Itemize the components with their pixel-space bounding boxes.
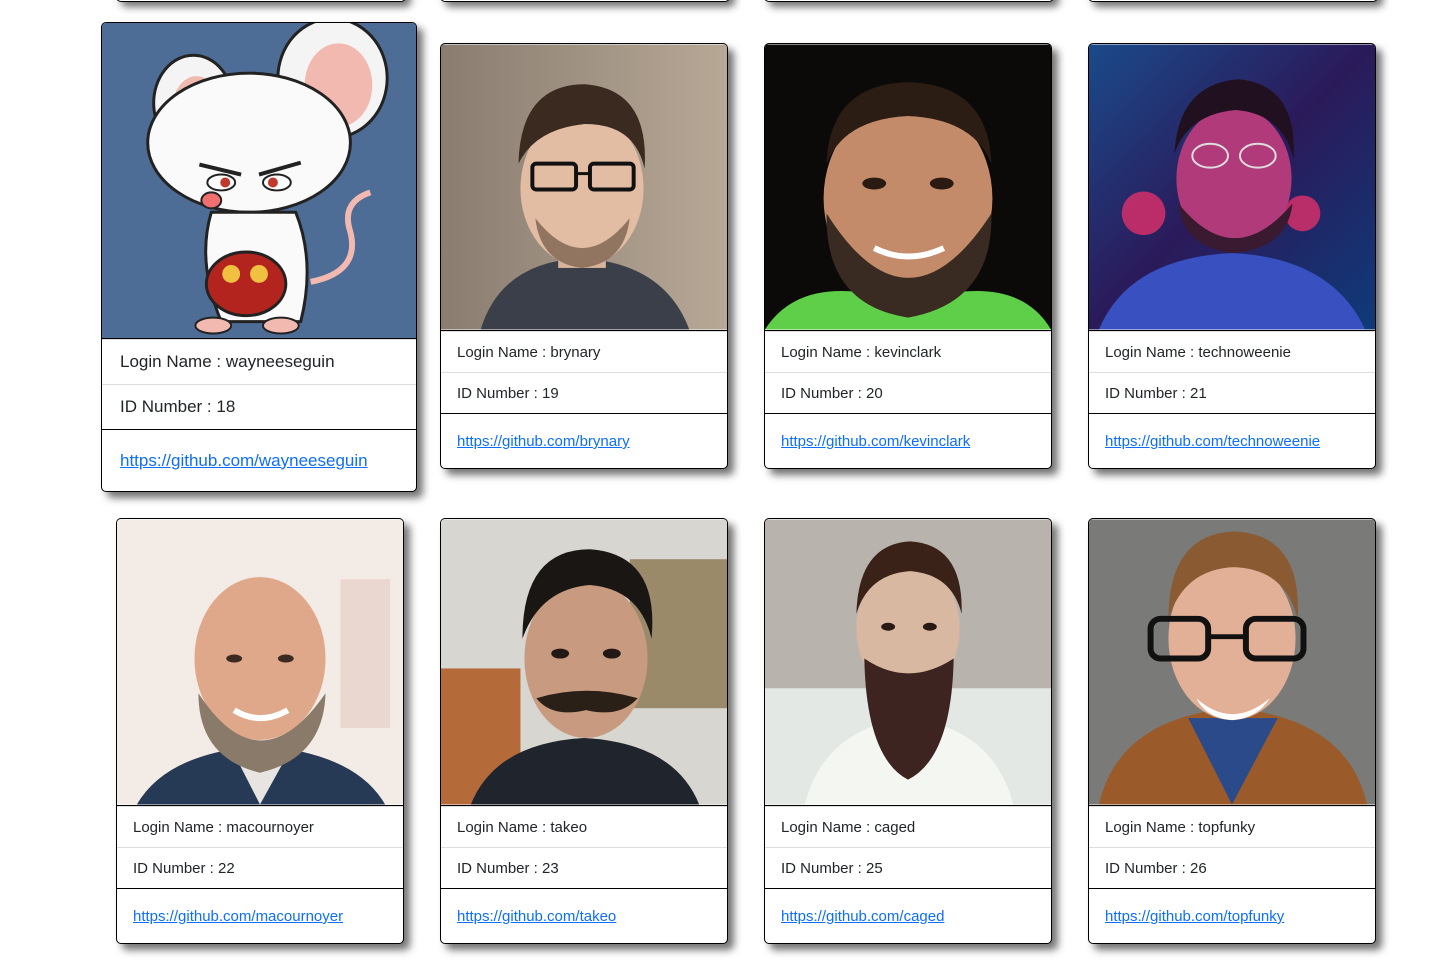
person-photo-avatar (765, 519, 1051, 805)
login-name-row: Login Name : macournoyer (117, 806, 403, 847)
id-number-row: ID Number : 22 (117, 847, 403, 888)
card-footer: https://github.com/topfunky (1089, 888, 1375, 943)
login-label: Login Name : (133, 818, 227, 836)
avatar (441, 519, 727, 806)
cartoon-mouse-avatar (102, 23, 416, 338)
profile-card[interactable]: Login Name : technoweenie ID Number : 21… (1088, 43, 1376, 469)
id-value: 22 (218, 859, 235, 877)
id-label: ID Number : (1105, 859, 1191, 877)
github-profile-link[interactable]: https://github.com/kevinclark (781, 433, 970, 450)
login-label: Login Name : (120, 352, 226, 371)
card-footer: https://github.com/takeo (441, 888, 727, 943)
login-name-row: Login Name : topfunky (1089, 806, 1375, 847)
login-label: Login Name : (457, 343, 551, 361)
login-value: caged (874, 818, 916, 836)
login-label: Login Name : (457, 818, 551, 836)
id-value: 18 (216, 397, 236, 416)
id-number-row: ID Number : 25 (765, 847, 1051, 888)
previous-row-card (116, 0, 406, 2)
github-profile-link[interactable]: https://github.com/wayneeseguin (120, 451, 368, 471)
login-value: wayneeseguin (225, 352, 335, 371)
id-number-row: ID Number : 18 (102, 384, 416, 429)
login-name-row: Login Name : wayneeseguin (102, 339, 416, 384)
profile-card[interactable]: Login Name : macournoyer ID Number : 22 … (116, 518, 404, 944)
github-profile-link[interactable]: https://github.com/macournoyer (133, 908, 343, 925)
profile-card[interactable]: Login Name : wayneeseguin ID Number : 18… (101, 22, 417, 492)
person-photo-avatar (765, 44, 1051, 330)
person-photo-avatar (117, 519, 403, 805)
profile-card[interactable]: Login Name : kevinclark ID Number : 20 h… (764, 43, 1052, 469)
profile-card-grid: Login Name : wayneeseguin ID Number : 18… (0, 0, 1447, 962)
login-name-row: Login Name : technoweenie (1089, 331, 1375, 372)
login-value: kevinclark (874, 343, 942, 361)
id-label: ID Number : (1105, 384, 1191, 402)
person-photo-avatar (1089, 44, 1375, 330)
profile-card[interactable]: Login Name : takeo ID Number : 23 https:… (440, 518, 728, 944)
id-value: 23 (542, 859, 559, 877)
login-label: Login Name : (781, 818, 875, 836)
id-number-row: ID Number : 19 (441, 372, 727, 413)
id-value: 26 (1190, 859, 1207, 877)
login-label: Login Name : (781, 343, 875, 361)
login-value: brynary (550, 343, 601, 361)
id-value: 21 (1190, 384, 1207, 402)
login-value: topfunky (1198, 818, 1256, 836)
card-footer: https://github.com/kevinclark (765, 413, 1051, 468)
github-profile-link[interactable]: https://github.com/takeo (457, 908, 616, 925)
id-label: ID Number : (120, 397, 217, 416)
avatar (765, 44, 1051, 331)
person-photo-avatar (441, 44, 727, 330)
id-label: ID Number : (781, 859, 867, 877)
avatar (441, 44, 727, 331)
login-name-row: Login Name : takeo (441, 806, 727, 847)
login-name-row: Login Name : brynary (441, 331, 727, 372)
id-number-row: ID Number : 21 (1089, 372, 1375, 413)
card-footer: https://github.com/technoweenie (1089, 413, 1375, 468)
id-value: 20 (866, 384, 883, 402)
previous-row-card (764, 0, 1054, 2)
profile-card[interactable]: Login Name : topfunky ID Number : 26 htt… (1088, 518, 1376, 944)
previous-row-card (1088, 0, 1378, 2)
login-value: takeo (550, 818, 588, 836)
login-name-row: Login Name : kevinclark (765, 331, 1051, 372)
profile-card[interactable]: Login Name : brynary ID Number : 19 http… (440, 43, 728, 469)
github-profile-link[interactable]: https://github.com/caged (781, 908, 944, 925)
id-number-row: ID Number : 26 (1089, 847, 1375, 888)
id-number-row: ID Number : 20 (765, 372, 1051, 413)
login-value: technoweenie (1198, 343, 1291, 361)
person-photo-avatar (1089, 519, 1375, 805)
id-label: ID Number : (781, 384, 867, 402)
id-value: 25 (866, 859, 883, 877)
profile-card[interactable]: Login Name : caged ID Number : 25 https:… (764, 518, 1052, 944)
github-profile-link[interactable]: https://github.com/topfunky (1105, 908, 1284, 925)
avatar (102, 23, 416, 339)
login-value: macournoyer (226, 818, 314, 836)
id-value: 19 (542, 384, 559, 402)
github-profile-link[interactable]: https://github.com/technoweenie (1105, 433, 1320, 450)
previous-row-card (440, 0, 730, 2)
login-name-row: Login Name : caged (765, 806, 1051, 847)
github-profile-link[interactable]: https://github.com/brynary (457, 433, 630, 450)
card-footer: https://github.com/caged (765, 888, 1051, 943)
id-label: ID Number : (457, 384, 543, 402)
login-label: Login Name : (1105, 343, 1199, 361)
avatar (1089, 44, 1375, 331)
avatar (765, 519, 1051, 806)
card-footer: https://github.com/wayneeseguin (102, 429, 416, 491)
person-photo-avatar (441, 519, 727, 805)
card-footer: https://github.com/brynary (441, 413, 727, 468)
login-label: Login Name : (1105, 818, 1199, 836)
avatar (1089, 519, 1375, 806)
id-label: ID Number : (457, 859, 543, 877)
id-label: ID Number : (133, 859, 219, 877)
card-footer: https://github.com/macournoyer (117, 888, 403, 943)
avatar (117, 519, 403, 806)
id-number-row: ID Number : 23 (441, 847, 727, 888)
